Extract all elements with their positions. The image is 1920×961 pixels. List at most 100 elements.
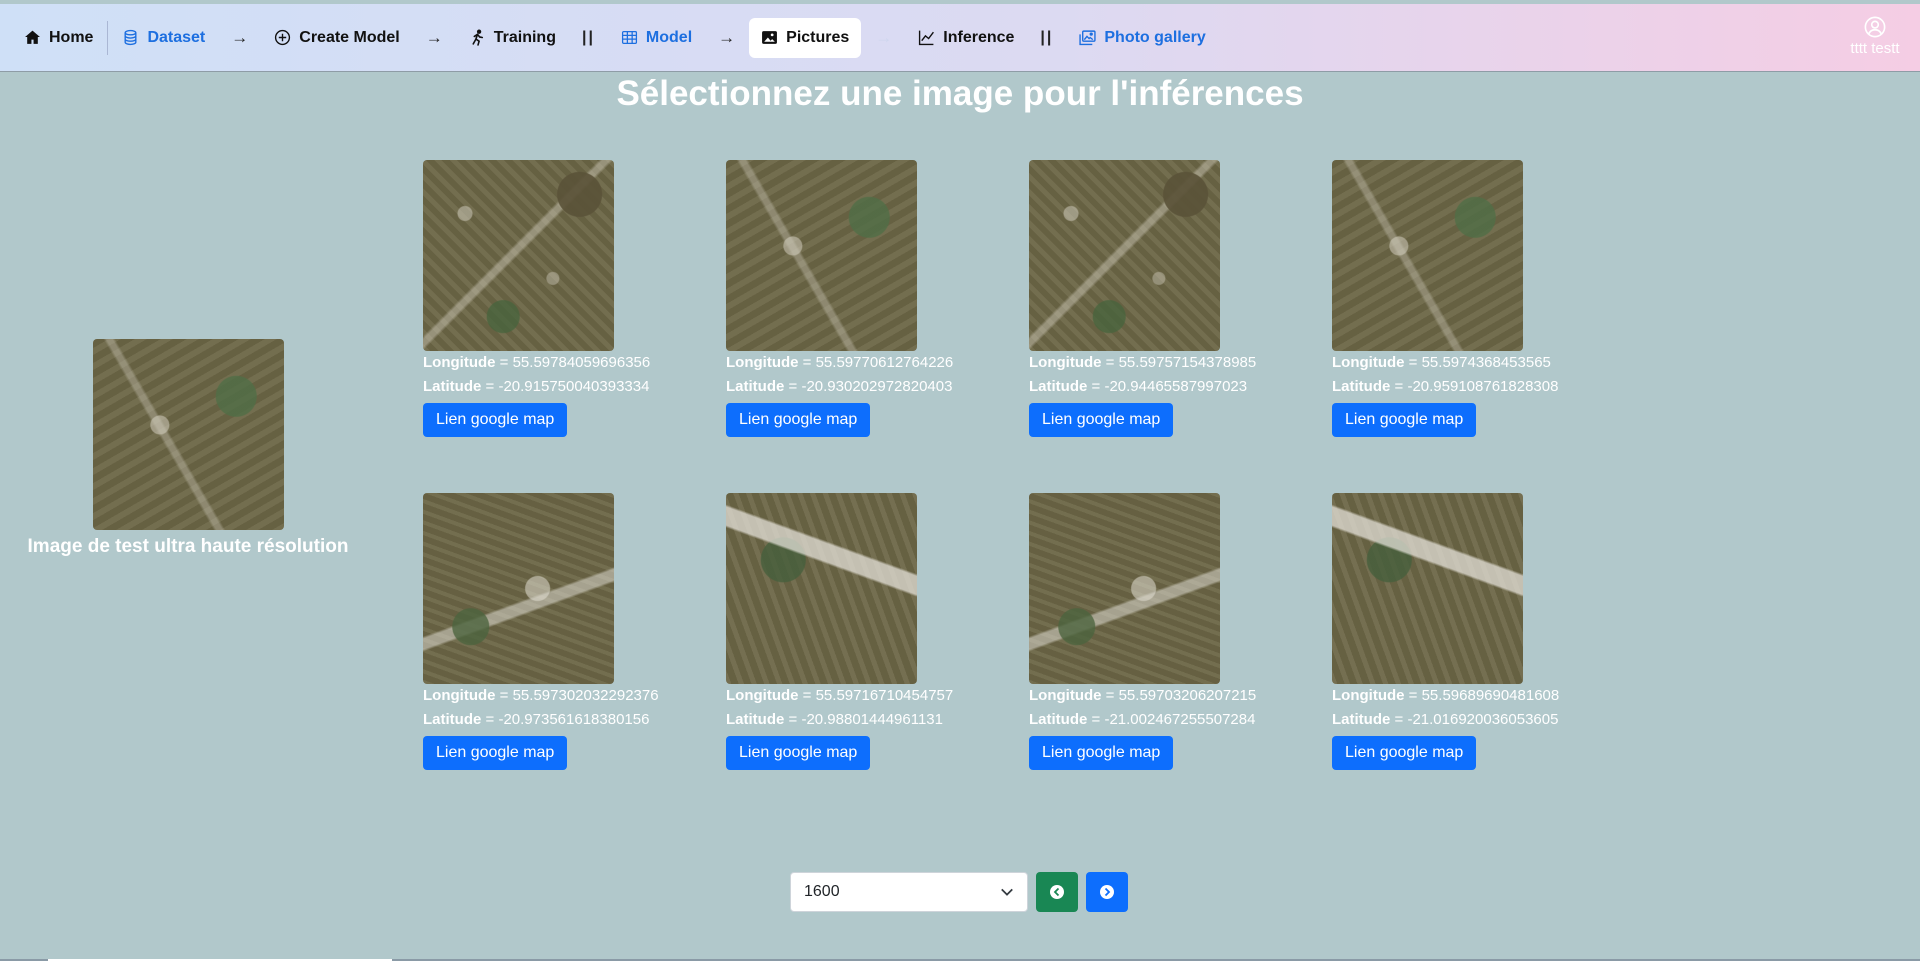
image-grid: Longitude = 55.59784059696356 Latitude =… bbox=[423, 160, 1635, 826]
latitude-label: Latitude bbox=[726, 711, 785, 728]
longitude-label: Longitude bbox=[423, 354, 496, 371]
longitude-line: Longitude = 55.59770612764226 bbox=[726, 351, 1029, 375]
equals-sign: = bbox=[1101, 687, 1119, 704]
nav-inference[interactable]: Inference bbox=[906, 18, 1026, 58]
longitude-value: 55.59716710454757 bbox=[815, 687, 954, 704]
nav-create-model[interactable]: Create Model bbox=[262, 18, 411, 58]
latitude-label: Latitude bbox=[1332, 378, 1391, 395]
latitude-value: -20.98801444961131 bbox=[801, 711, 943, 728]
pagination: 1600 bbox=[790, 872, 1128, 912]
satellite-thumbnail[interactable] bbox=[726, 160, 917, 351]
latitude-value: -21.002467255507284 bbox=[1104, 711, 1256, 728]
nav-training[interactable]: Training bbox=[457, 18, 568, 58]
satellite-thumbnail[interactable] bbox=[726, 493, 917, 684]
google-map-button[interactable]: Lien google map bbox=[1029, 403, 1174, 437]
equals-sign: = bbox=[1390, 711, 1408, 728]
user-circle-icon bbox=[1864, 16, 1886, 38]
google-map-button[interactable]: Lien google map bbox=[1029, 736, 1174, 770]
previous-page-button[interactable] bbox=[1036, 872, 1078, 912]
nav-training-label: Training bbox=[493, 28, 556, 46]
image-card: Longitude = 55.59716710454757 Latitude =… bbox=[726, 493, 1029, 826]
equals-sign: = bbox=[798, 354, 816, 371]
latitude-label: Latitude bbox=[1029, 378, 1088, 395]
test-image[interactable] bbox=[92, 339, 284, 530]
longitude-line: Longitude = 55.59784059696356 bbox=[423, 351, 726, 375]
equals-sign: = bbox=[481, 711, 499, 728]
latitude-label: Latitude bbox=[423, 378, 482, 395]
latitude-label: Latitude bbox=[1332, 711, 1391, 728]
google-map-button[interactable]: Lien google map bbox=[1332, 736, 1477, 770]
nav-pictures[interactable]: Pictures bbox=[749, 17, 862, 58]
page-size-value: 1600 bbox=[804, 883, 840, 900]
arrow-right-icon: → bbox=[425, 27, 443, 47]
latitude-line: Latitude = -20.930202972820403 bbox=[726, 375, 1029, 399]
longitude-value: 55.59757154378985 bbox=[1118, 354, 1257, 371]
equals-sign: = bbox=[495, 354, 513, 371]
image-card: Longitude = 55.597302032292376 Latitude … bbox=[423, 493, 726, 826]
google-map-button[interactable]: Lien google map bbox=[423, 403, 568, 437]
longitude-label: Longitude bbox=[1029, 354, 1102, 371]
image-card: Longitude = 55.59757154378985 Latitude =… bbox=[1029, 160, 1332, 493]
image-card: Longitude = 55.59770612764226 Latitude =… bbox=[726, 160, 1029, 493]
nav-home[interactable]: Home bbox=[12, 18, 105, 58]
nav-photo-gallery-label: Photo gallery bbox=[1104, 28, 1206, 46]
satellite-thumbnail[interactable] bbox=[1332, 160, 1523, 351]
satellite-thumbnail[interactable] bbox=[423, 493, 614, 684]
latitude-value: -20.94465587997023 bbox=[1104, 378, 1248, 395]
image-card: Longitude = 55.59689690481608 Latitude =… bbox=[1332, 493, 1635, 826]
nav-pictures-label: Pictures bbox=[786, 28, 850, 46]
satellite-thumbnail[interactable] bbox=[1029, 160, 1220, 351]
table-icon bbox=[621, 31, 637, 44]
latitude-value: -20.973561618380156 bbox=[498, 711, 650, 728]
house-icon bbox=[25, 30, 40, 44]
next-page-button[interactable] bbox=[1086, 872, 1128, 912]
user-menu[interactable]: tttt testt bbox=[1840, 16, 1910, 57]
nav-home-label: Home bbox=[49, 28, 94, 46]
nav-model[interactable]: Model bbox=[609, 18, 704, 58]
latitude-line: Latitude = -20.98801444961131 bbox=[726, 708, 1029, 732]
image-icon bbox=[762, 31, 778, 44]
latitude-line: Latitude = -21.016920036053605 bbox=[1332, 708, 1635, 732]
latitude-line: Latitude = -20.973561618380156 bbox=[423, 708, 726, 732]
google-map-button[interactable]: Lien google map bbox=[423, 736, 568, 770]
nav-create-model-label: Create Model bbox=[299, 28, 400, 46]
nav-menu: Home Dataset → Create Model → Training |… bbox=[0, 17, 1218, 58]
arrow-right-icon: → bbox=[231, 27, 249, 47]
longitude-label: Longitude bbox=[423, 687, 496, 704]
longitude-value: 55.59770612764226 bbox=[815, 354, 954, 371]
image-card: Longitude = 55.59703206207215 Latitude =… bbox=[1029, 493, 1332, 826]
google-map-button[interactable]: Lien google map bbox=[726, 736, 871, 770]
latitude-value: -20.915750040393334 bbox=[498, 378, 650, 395]
page-title: Sélectionnez une image pour l'inférences bbox=[616, 74, 1304, 113]
bars-separator: || bbox=[1040, 28, 1054, 46]
equals-sign: = bbox=[1101, 354, 1119, 371]
satellite-thumbnail[interactable] bbox=[1029, 493, 1220, 684]
longitude-value: 55.597302032292376 bbox=[512, 687, 659, 704]
nav-photo-gallery[interactable]: Photo gallery bbox=[1067, 18, 1217, 58]
longitude-value: 55.59689690481608 bbox=[1421, 687, 1560, 704]
latitude-line: Latitude = -20.959108761828308 bbox=[1332, 375, 1635, 399]
google-map-button[interactable]: Lien google map bbox=[1332, 403, 1477, 437]
arrow-left-circle-icon bbox=[1050, 885, 1064, 899]
satellite-thumbnail[interactable] bbox=[423, 160, 614, 351]
longitude-label: Longitude bbox=[726, 687, 799, 704]
page-size-select[interactable]: 1600 bbox=[790, 872, 1028, 912]
longitude-line: Longitude = 55.59689690481608 bbox=[1332, 684, 1635, 708]
plus-circle-icon bbox=[275, 29, 291, 46]
longitude-line: Longitude = 55.59703206207215 bbox=[1029, 684, 1332, 708]
latitude-line: Latitude = -20.94465587997023 bbox=[1029, 375, 1332, 399]
latitude-label: Latitude bbox=[1029, 711, 1088, 728]
longitude-value: 55.59784059696356 bbox=[512, 354, 651, 371]
nav-dataset[interactable]: Dataset bbox=[110, 18, 217, 58]
google-map-button[interactable]: Lien google map bbox=[726, 403, 871, 437]
latitude-value: -20.930202972820403 bbox=[801, 378, 953, 395]
longitude-line: Longitude = 55.597302032292376 bbox=[423, 684, 726, 708]
latitude-line: Latitude = -21.002467255507284 bbox=[1029, 708, 1332, 732]
longitude-value: 55.59703206207215 bbox=[1118, 687, 1257, 704]
equals-sign: = bbox=[1087, 378, 1105, 395]
latitude-label: Latitude bbox=[423, 711, 482, 728]
longitude-line: Longitude = 55.59757154378985 bbox=[1029, 351, 1332, 375]
satellite-thumbnail[interactable] bbox=[1332, 493, 1523, 684]
equals-sign: = bbox=[798, 687, 816, 704]
arrow-right-icon: → bbox=[718, 27, 736, 47]
